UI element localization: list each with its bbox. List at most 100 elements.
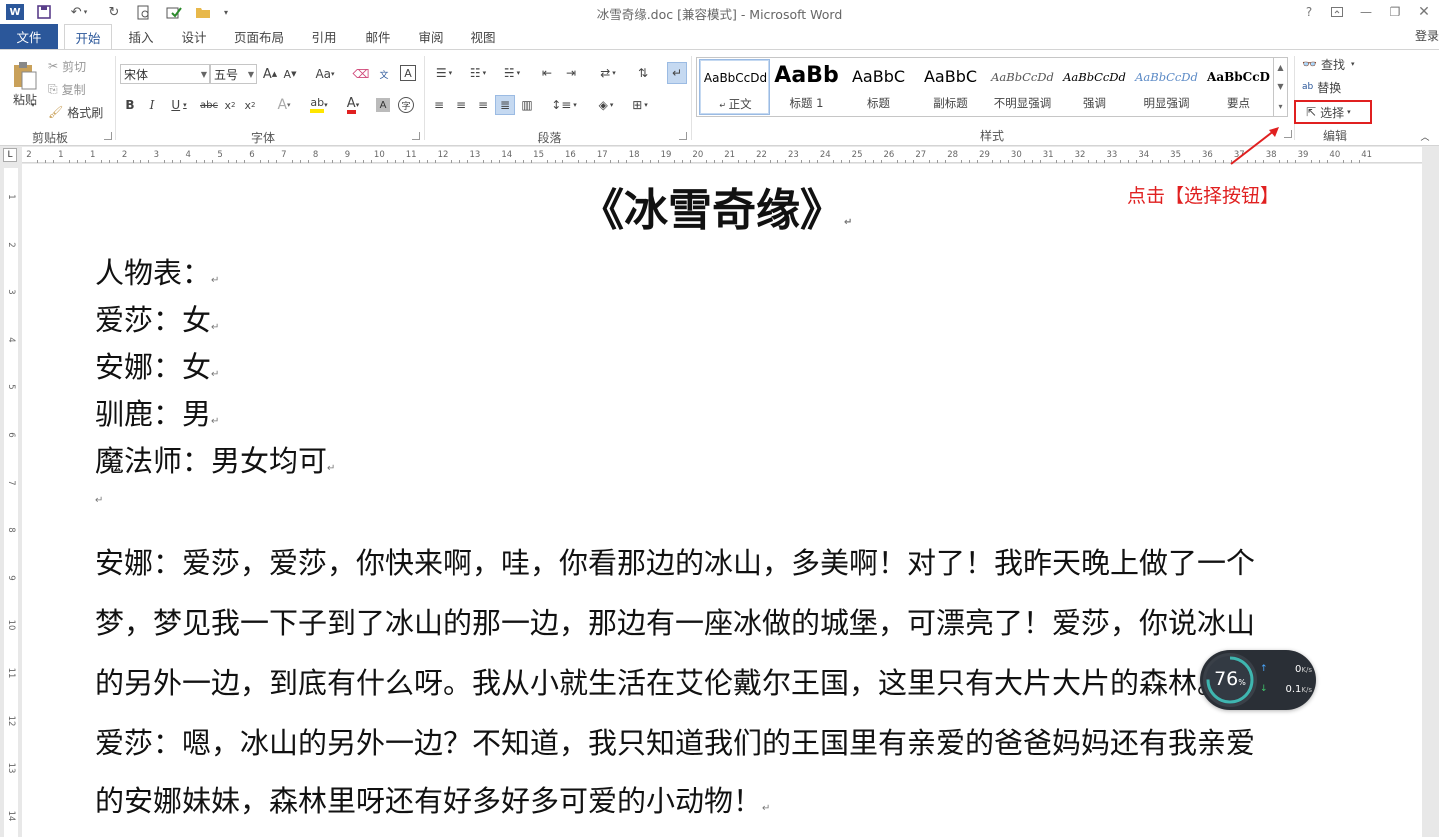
ruler-number: 31 bbox=[1042, 150, 1054, 160]
ruler-tick bbox=[1000, 160, 1002, 163]
change-case-button[interactable]: Aa ▾ bbox=[310, 65, 340, 83]
font-size-select[interactable]: 五号 ▼ bbox=[210, 64, 257, 84]
chevron-down-icon: ▼ bbox=[200, 70, 207, 79]
line-spacing-icon[interactable]: ↕≡ ▾ bbox=[549, 96, 579, 114]
underline-icon[interactable]: U ▾ bbox=[166, 96, 192, 114]
phonetic-guide-icon[interactable]: 文 bbox=[374, 65, 394, 83]
minimize-icon[interactable]: — bbox=[1352, 2, 1380, 22]
character-border-icon[interactable]: A bbox=[400, 65, 416, 81]
align-center-icon[interactable]: ≡ bbox=[451, 96, 471, 114]
style-strong[interactable]: AaBbCcD 要点 bbox=[1203, 59, 1274, 115]
text-effects-icon[interactable]: A ▾ bbox=[272, 96, 296, 114]
ruler-tick bbox=[1167, 160, 1169, 163]
ruler-tick bbox=[36, 160, 38, 163]
gallery-more-icon[interactable]: ▾ bbox=[1273, 96, 1287, 116]
vertical-ruler[interactable]: 1 2 3 4 5 6 7 8 9 10 11 12 13 14 bbox=[4, 168, 18, 837]
ruler-tick bbox=[1072, 160, 1074, 163]
style-subtitle[interactable]: AaBbC 副标题 bbox=[915, 59, 986, 115]
copy-button[interactable]: ⎘ 复制 bbox=[48, 80, 86, 98]
gallery-scroll-down-icon[interactable]: ▼ bbox=[1273, 77, 1287, 96]
style-preview: AaBbC bbox=[923, 67, 978, 86]
bold-icon[interactable]: B bbox=[122, 96, 138, 114]
style-heading-1[interactable]: AaBb 标题 1 bbox=[771, 59, 842, 115]
style-emphasis[interactable]: AaBbCcDd 强调 bbox=[1059, 59, 1130, 115]
ruler-tick bbox=[1064, 160, 1066, 163]
ruler-tick bbox=[395, 160, 397, 163]
bullets-icon[interactable]: ☰ ▾ bbox=[429, 64, 459, 82]
ruler-tick bbox=[419, 160, 421, 163]
subscript-icon[interactable]: x2 bbox=[222, 96, 238, 114]
replace-button[interactable]: ab 替换 bbox=[1302, 77, 1341, 97]
font-family-select[interactable]: 宋体 ▼ bbox=[120, 64, 210, 84]
ruler-tick bbox=[514, 160, 516, 163]
select-button[interactable]: ⇱ 选择 ▾ bbox=[1294, 100, 1372, 124]
font-launcher-icon[interactable] bbox=[412, 132, 420, 140]
borders-icon[interactable]: ⊞ ▾ bbox=[625, 96, 655, 114]
ruler-tick bbox=[1135, 160, 1137, 163]
tab-home[interactable]: 开始 bbox=[64, 24, 112, 50]
clipboard-launcher-icon[interactable] bbox=[104, 132, 112, 140]
find-button[interactable]: 👓 查找 ▾ bbox=[1302, 54, 1354, 74]
collapse-ribbon-icon[interactable]: ︿ bbox=[1418, 130, 1432, 143]
paste-dropdown-icon[interactable]: ▾ bbox=[28, 100, 38, 110]
enclose-characters-icon[interactable]: 字 bbox=[398, 97, 414, 113]
ruler-tick bbox=[658, 160, 660, 163]
font-color-icon[interactable]: A ▾ bbox=[340, 96, 366, 114]
show-formatting-marks-icon[interactable]: ↵ bbox=[667, 62, 687, 84]
text-highlight-icon[interactable]: ab ▾ bbox=[306, 96, 332, 114]
chevron-down-icon: ▼ bbox=[247, 70, 254, 79]
align-right-icon[interactable]: ≡ bbox=[473, 96, 493, 114]
tab-mailings[interactable]: 邮件 bbox=[356, 24, 400, 49]
style-normal[interactable]: AaBbCcDd ↵ 正文 bbox=[699, 59, 770, 115]
align-left-icon[interactable]: ≡ bbox=[429, 96, 449, 114]
tab-view[interactable]: 视图 bbox=[461, 24, 505, 49]
styles-launcher-icon[interactable] bbox=[1284, 130, 1292, 138]
italic-icon[interactable]: I bbox=[144, 96, 160, 114]
grow-font-icon[interactable]: A ▲ bbox=[262, 65, 278, 83]
network-speed-widget[interactable]: 76% ↑ ↓ 0K/s 0.1K/s bbox=[1200, 650, 1316, 710]
clear-formatting-icon[interactable]: ⌫ bbox=[352, 65, 370, 83]
shrink-font-icon[interactable]: A ▼ bbox=[282, 65, 298, 83]
sort-icon[interactable]: ⇅ bbox=[633, 64, 653, 82]
ruler-number: 8 bbox=[312, 150, 319, 160]
ruler-tick bbox=[291, 160, 293, 163]
sign-in-link[interactable]: 登录 bbox=[1415, 27, 1439, 44]
help-icon[interactable]: ? bbox=[1295, 2, 1323, 22]
numbering-icon[interactable]: ☷ ▾ bbox=[463, 64, 493, 82]
vruler-number: 6 bbox=[6, 432, 16, 438]
multilevel-list-icon[interactable]: ☵ ▾ bbox=[497, 64, 527, 82]
tab-insert[interactable]: 插入 bbox=[120, 24, 162, 49]
restore-icon[interactable]: ❐ bbox=[1381, 2, 1409, 22]
ruler-tick bbox=[705, 160, 707, 163]
ruler-tick bbox=[435, 160, 437, 163]
tab-page-layout[interactable]: 页面布局 bbox=[226, 24, 292, 49]
superscript-icon[interactable]: x2 bbox=[242, 96, 258, 114]
style-title[interactable]: AaBbC 标题 bbox=[843, 59, 914, 115]
style-subtle-emphasis[interactable]: AaBbCcDd 不明显强调 bbox=[987, 59, 1058, 115]
ribbon-display-options-icon[interactable] bbox=[1323, 2, 1351, 22]
shading-icon[interactable]: ◈ ▾ bbox=[591, 96, 621, 114]
tab-review[interactable]: 审阅 bbox=[409, 24, 453, 49]
character-shading-icon[interactable]: A bbox=[376, 98, 390, 112]
distributed-icon[interactable]: ▥ bbox=[517, 96, 537, 114]
strikethrough-icon[interactable]: abc bbox=[198, 96, 220, 114]
style-preview: AaBb bbox=[774, 63, 839, 87]
tab-selector-icon[interactable]: L bbox=[3, 148, 17, 162]
ruler-tick bbox=[785, 160, 787, 163]
decrease-indent-icon[interactable]: ⇤ bbox=[537, 64, 557, 82]
ruler-number: 35 bbox=[1170, 150, 1181, 160]
tab-design[interactable]: 设计 bbox=[172, 24, 216, 49]
format-painter-button[interactable]: 🖌 格式刷 bbox=[48, 103, 103, 121]
paragraph-launcher-icon[interactable] bbox=[679, 132, 687, 140]
justify-icon[interactable]: ≣ bbox=[495, 95, 515, 115]
horizontal-ruler[interactable]: 2 1 1 2 3 4 5 6 7 8 9 10 11 12 13 14 15 16 17 18 19 20 21 22 23 2… bbox=[22, 147, 1422, 163]
ruler-tick bbox=[363, 160, 365, 163]
gallery-scroll-up-icon[interactable]: ▲ bbox=[1273, 58, 1287, 77]
cut-button[interactable]: ✂ 剪切 bbox=[48, 57, 86, 75]
chinese-layout-icon[interactable]: ⇄ ▾ bbox=[593, 64, 623, 82]
close-icon[interactable]: ✕ bbox=[1410, 2, 1438, 22]
tab-references[interactable]: 引用 bbox=[302, 24, 346, 49]
style-intense-emphasis[interactable]: AaBbCcDd 明显强调 bbox=[1131, 59, 1202, 115]
tab-file[interactable]: 文件 bbox=[0, 24, 58, 49]
increase-indent-icon[interactable]: ⇥ bbox=[561, 64, 581, 82]
